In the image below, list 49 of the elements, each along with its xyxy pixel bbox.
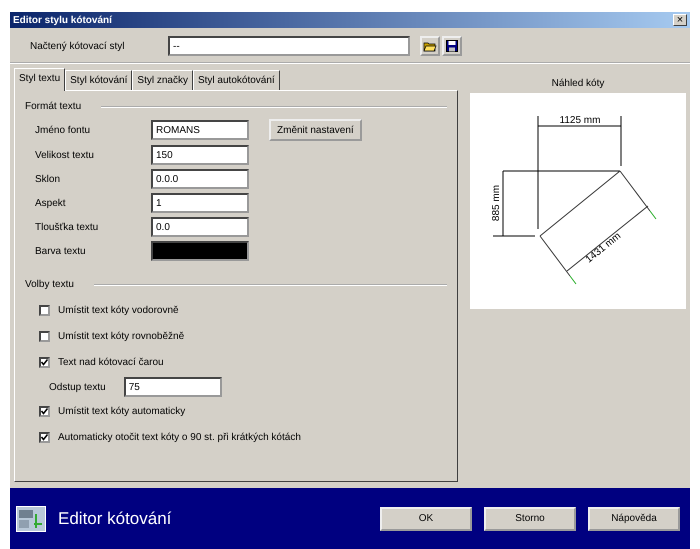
window-title: Editor stylu kótování — [13, 14, 112, 28]
text-field[interactable]: 1 — [151, 193, 249, 213]
preview-title: Náhled kóty — [552, 78, 604, 89]
app-icon — [16, 506, 46, 532]
checkbox[interactable] — [39, 406, 50, 417]
text-field[interactable]: 0.0 — [151, 217, 249, 237]
checkbox[interactable] — [39, 432, 50, 443]
group-title: Formát textu — [25, 100, 82, 114]
checkbox[interactable] — [39, 331, 50, 342]
check-icon — [41, 434, 48, 441]
save-button[interactable] — [442, 36, 462, 56]
field-label: Velikost textu — [35, 148, 95, 162]
style-field[interactable]: -- — [168, 36, 410, 56]
folder-icon — [423, 40, 437, 52]
field-label: Odstup textu — [49, 380, 106, 394]
field-label: Aspekt — [35, 196, 67, 210]
close-button[interactable]: × — [673, 14, 687, 26]
footer-title: Editor kótování — [58, 508, 172, 530]
dimension-label: 1125 mm — [560, 115, 600, 126]
checkbox[interactable] — [39, 357, 50, 368]
change-settings-button[interactable]: Změnit nastavení — [269, 119, 362, 141]
dialog-button[interactable]: Nápověda — [588, 506, 680, 530]
text-field[interactable]: 150 — [151, 145, 249, 165]
checkbox-label: Umístit text kóty vodorovně — [58, 304, 179, 318]
checkbox-label: Automaticky otočit text kóty o 90 st. při krátkých kótách — [58, 431, 301, 445]
checkbox-label: Umístit text kóty automaticky — [58, 405, 186, 419]
dialog-button[interactable]: Storno — [484, 506, 576, 530]
open-button[interactable] — [420, 36, 440, 56]
check-icon — [41, 359, 48, 366]
field-label: Načtený kótovací styl — [30, 40, 126, 54]
dialog-button[interactable]: OK — [380, 506, 472, 530]
checkbox-label: Umístit text kóty rovnoběžně — [58, 330, 184, 344]
check-icon — [41, 408, 48, 415]
text-field[interactable]: 0.0.0 — [151, 169, 249, 189]
checkbox[interactable] — [39, 305, 50, 316]
tab[interactable]: Styl textu — [14, 68, 66, 91]
text-field[interactable]: ROMANS — [151, 120, 249, 140]
field-label: Tloušťka textu — [35, 220, 100, 234]
tab[interactable]: Styl značky — [132, 70, 193, 90]
color-swatch[interactable] — [151, 241, 249, 261]
field-label: Sklon — [35, 172, 62, 186]
text-field[interactable]: 75 — [124, 377, 222, 397]
dimension-label: 885 mm — [491, 184, 502, 222]
field-label: Jméno fontu — [35, 124, 92, 138]
tab[interactable]: Styl autokótování — [192, 70, 280, 90]
field-label: Barva textu — [35, 244, 87, 258]
checkbox-label: Text nad kótovací čarou — [58, 356, 164, 370]
group-title: Volby textu — [25, 278, 74, 292]
tab[interactable]: Styl kótování — [65, 70, 132, 90]
